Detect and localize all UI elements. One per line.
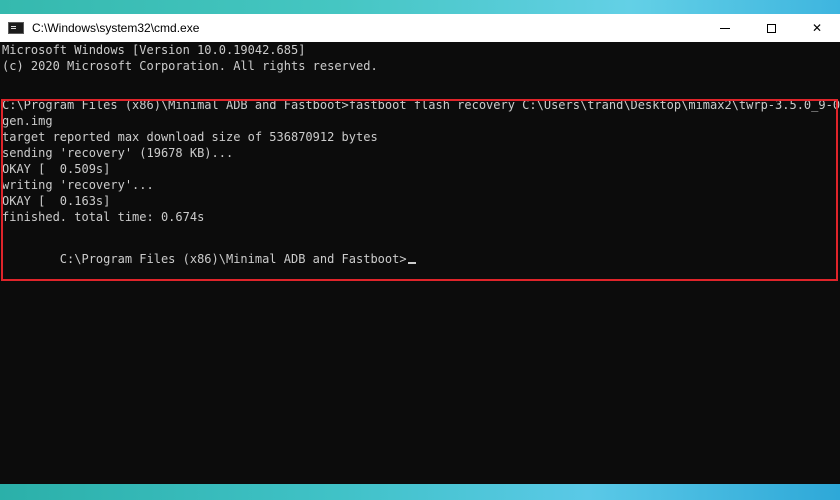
text-cursor [407,262,416,264]
console-prompt: C:\Program Files (x86)\Minimal ADB and F… [59,252,407,266]
console-line-2: (c) 2020 Microsoft Corporation. All righ… [2,59,378,73]
desktop-background-bottom [0,484,840,500]
close-icon: ✕ [811,21,823,35]
console-line-6: target reported max download size of 536… [2,130,378,144]
screenshot-frame: C:\Windows\system32\cmd.exe ✕ Microsoft … [0,0,840,500]
title-bar[interactable]: C:\Windows\system32\cmd.exe ✕ [0,14,840,42]
console-line-1: Microsoft Windows [Version 10.0.19042.68… [2,43,306,57]
console-line-5: gen.img [2,114,53,128]
desktop-background-top [0,0,840,14]
minimize-icon [720,27,730,29]
console-prompt-line: C:\Program Files (x86)\Minimal ADB and F… [2,235,416,283]
maximize-button[interactable] [748,14,794,42]
window-title: C:\Windows\system32\cmd.exe [32,21,200,35]
maximize-icon [766,23,776,33]
console-line-9: writing 'recovery'... [2,178,154,192]
window-controls: ✕ [702,14,840,42]
cmd-icon [8,22,24,34]
close-button[interactable]: ✕ [794,14,840,42]
console-line-10: OKAY [ 0.163s] [2,194,111,208]
console-line-8: OKAY [ 0.509s] [2,162,111,176]
console-output[interactable]: Microsoft Windows [Version 10.0.19042.68… [0,42,840,484]
minimize-button[interactable] [702,14,748,42]
console-line-7: sending 'recovery' (19678 KB)... [2,146,234,160]
cmd-window[interactable]: C:\Windows\system32\cmd.exe ✕ Microsoft … [0,14,840,484]
console-line-4: C:\Program Files (x86)\Minimal ADB and F… [2,98,840,112]
console-line-11: finished. total time: 0.674s [2,210,205,224]
